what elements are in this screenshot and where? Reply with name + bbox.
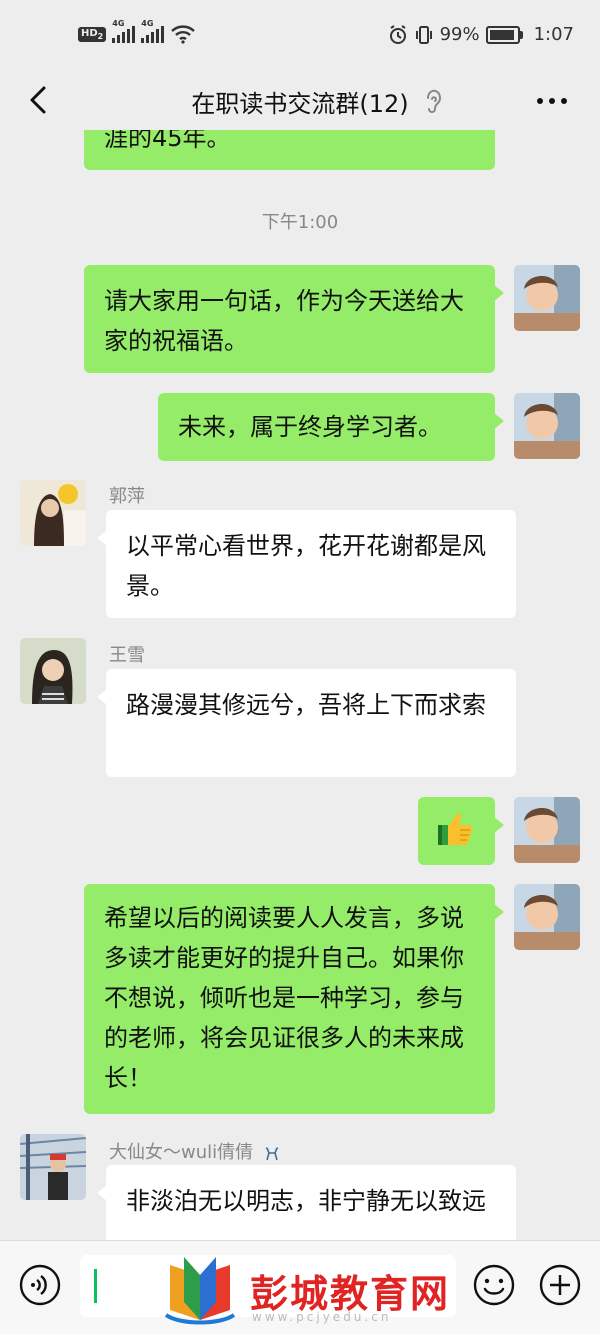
- battery-percent: 99%: [439, 24, 480, 45]
- message-text: 希望以后的阅读要人人发言，多说多读才能更好的提升自己。如果你不想说，倾听也是一种…: [104, 904, 464, 1092]
- status-bar: HD2 4G 4G 99% 1:07: [0, 0, 600, 72]
- message-bubble-1[interactable]: 请大家用一句话，作为今天送给大家的祝福语。: [84, 265, 504, 373]
- watermark: 彭城教育网 www.pcjyedu.cn: [160, 1252, 460, 1328]
- sender-avatar-wangxue[interactable]: [20, 638, 86, 704]
- ear-icon: [426, 89, 441, 113]
- message-text: 请大家用一句话，作为今天送给大家的祝福语。: [104, 287, 464, 355]
- message-bubble-7[interactable]: 非淡泊无以明志，非宁静无以致远: [97, 1165, 516, 1240]
- text-cursor: [94, 1269, 97, 1303]
- my-avatar[interactable]: [514, 797, 580, 863]
- signal-1-icon: 4G: [112, 19, 136, 43]
- more-dots-icon[interactable]: [532, 86, 572, 116]
- message-bubble-2[interactable]: 未来，属于终身学习者。: [158, 393, 504, 461]
- thumbs-up-icon: [438, 813, 473, 845]
- message-text: 未来，属于终身学习者。: [178, 413, 442, 441]
- my-avatar[interactable]: [514, 265, 580, 331]
- sender-avatar-guoping[interactable]: [20, 480, 86, 546]
- chat-header: 在职读书交流群(12): [0, 72, 600, 130]
- battery-icon: [485, 25, 523, 44]
- message-bubble-6[interactable]: 希望以后的阅读要人人发言，多说多读才能更好的提升自己。如果你不想说，倾听也是一种…: [84, 884, 504, 1114]
- message-text: 非淡泊无以明志，非宁静无以致远: [126, 1187, 486, 1215]
- sender-name: 大仙女～wuli倩倩: [109, 1138, 281, 1164]
- sender-name: 王雪: [109, 645, 145, 666]
- my-avatar[interactable]: [514, 884, 580, 950]
- alarm-icon: [389, 24, 406, 44]
- plus-icon[interactable]: [538, 1263, 582, 1307]
- voice-icon[interactable]: [18, 1263, 62, 1307]
- emoji-icon[interactable]: [472, 1263, 516, 1307]
- signal-2-icon: 4G: [141, 19, 165, 43]
- book-logo-icon: [164, 1257, 236, 1325]
- network-indicators: HD2 4G 4G: [78, 19, 196, 44]
- message-bubble-3[interactable]: 以平常心看世界，花开花谢都是风景。: [97, 510, 516, 618]
- chat-title: 在职读书交流群(12): [191, 90, 409, 118]
- vibrate-icon: [415, 25, 432, 44]
- chat-area[interactable]: 涯的45年。 下午1:00 请大家用一句话，作为今天送给大家的祝福语。 未来，属…: [0, 130, 600, 1240]
- my-avatar[interactable]: [514, 393, 580, 459]
- message-bubble-4[interactable]: 路漫漫其修远兮，吾将上下而求索: [97, 669, 516, 777]
- message-bubble-5[interactable]: [418, 797, 504, 865]
- wifi-icon: [171, 25, 196, 44]
- deer-icon: [265, 1147, 279, 1161]
- status-right: 99% 1:07: [388, 24, 574, 45]
- clock: 1:07: [533, 24, 574, 45]
- message-bubble-prev[interactable]: 涯的45年。: [84, 130, 495, 170]
- timestamp: 下午1:00: [261, 212, 339, 233]
- message-text: 以平常心看世界，花开花谢都是风景。: [126, 532, 486, 600]
- hd-badge: HD2: [78, 26, 107, 42]
- watermark-url: www.pcjyedu.cn: [252, 1310, 392, 1324]
- sender-name: 郭萍: [109, 486, 145, 507]
- message-text: 路漫漫其修远兮，吾将上下而求索: [126, 691, 486, 719]
- sender-avatar-daxiannv[interactable]: [20, 1134, 86, 1200]
